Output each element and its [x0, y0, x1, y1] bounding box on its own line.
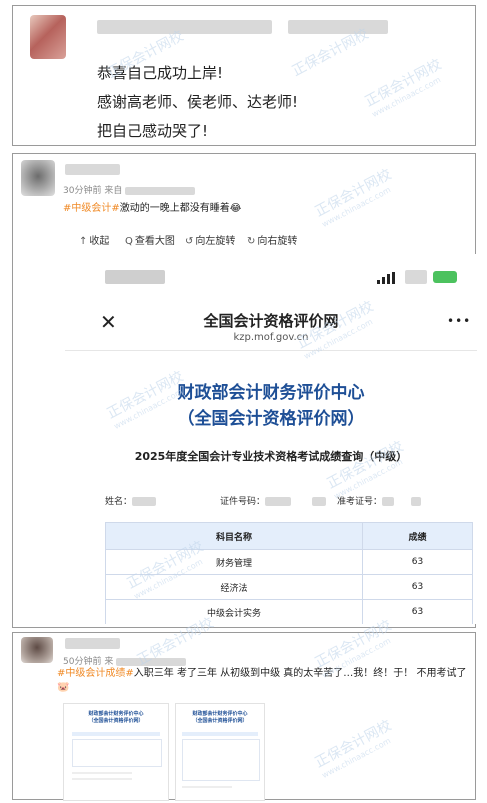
subject-cell: 财务管理: [105, 549, 363, 575]
table-row: 财务管理 63: [105, 549, 474, 575]
column-header: 科目名称: [105, 522, 363, 550]
watermark: 正保会计网校 www.chinaacc.com: [312, 166, 395, 230]
username-blurred[interactable]: [65, 164, 120, 175]
post-1-line-2: 感谢高老师、侯老师、达老师!: [97, 93, 299, 111]
status-blurred: [405, 270, 427, 284]
score-cell: 63: [361, 574, 474, 600]
post-text: #中级会计#激动的一晚上都没有睡着😂: [63, 203, 242, 214]
image-thumbnail-2[interactable]: 财政部会计财务评价中心 （全国会计资格评价网）: [175, 703, 265, 801]
table-row: 中级会计实务 63: [105, 599, 474, 624]
watermark: 正保会计网校 www.chinaacc.com: [324, 438, 407, 502]
collect-button[interactable]: ↑ 收起: [79, 232, 109, 247]
site-title: 全国会计资格评价网: [203, 312, 339, 330]
subject-cell: 经济法: [105, 574, 363, 600]
rotate-right-button[interactable]: ↻ 向右旋转: [247, 232, 297, 247]
rotate-right-icon: ↻: [247, 236, 256, 247]
hashtag-link[interactable]: #中级会计成绩#: [57, 668, 134, 679]
watermark: 正保会计网校 www.chinaacc.com: [312, 717, 395, 781]
subject-cell: 中级会计实务: [105, 599, 363, 624]
org-title: 财政部会计财务评价中心: [177, 383, 365, 403]
meta-blurred: [288, 20, 388, 34]
collapse-icon: ↑: [79, 236, 88, 247]
table-row: 经济法 63: [105, 574, 474, 600]
avatar[interactable]: [21, 637, 53, 663]
score-cell: 63: [361, 549, 474, 575]
image-toolbar: ↑ 收起 Q 查看大图 ↺ 向左旋转 ↻ 向右旋转: [79, 232, 379, 247]
status-time-blurred: [105, 270, 165, 284]
post-text: #中级会计成绩#入职三年 考了三年 从初级到中级 真的太辛苦了…我！终！于！ 不…: [57, 668, 467, 693]
query-title: 2025年度全国会计专业技术资格考试成绩查询（中级）: [134, 450, 408, 463]
post-card-1: 恭喜自己成功上岸! 感谢高老师、侯老师、达老师! 把自己感动哭了! 正保会计网校…: [12, 5, 476, 146]
ticket-field: 准考证号：: [337, 494, 421, 507]
view-large-button[interactable]: Q 查看大图: [125, 232, 175, 247]
column-header: 成绩: [361, 522, 474, 550]
username-blurred[interactable]: [65, 638, 120, 649]
org-subtitle: （全国会计资格评价网）: [177, 409, 365, 429]
emoji: 😂: [229, 203, 242, 214]
table-header-row: 科目名称 成绩: [105, 522, 474, 550]
username-blurred[interactable]: [97, 20, 272, 34]
magnifier-icon: Q: [125, 236, 133, 247]
post-time: 30分钟前 来自: [63, 183, 196, 196]
post-1-line-3: 把自己感动哭了!: [97, 122, 209, 140]
post-1-line-1: 恭喜自己成功上岸!: [97, 64, 224, 82]
hashtag-link[interactable]: #中级会计#: [63, 203, 120, 214]
embedded-screenshot[interactable]: ✕ 全国会计资格评价网 kzp.mof.gov.cn ••• 财政部会计财务评价…: [65, 254, 477, 624]
id-field: 证件号码：: [220, 494, 326, 507]
avatar[interactable]: [30, 15, 66, 59]
more-icon[interactable]: •••: [447, 314, 471, 328]
name-field: 姓名：: [105, 494, 157, 507]
watermark: 正保会计网校 www.chinaacc.com: [362, 56, 445, 120]
nav-divider: [65, 350, 477, 351]
battery-icon: [433, 271, 457, 283]
rotate-left-icon: ↺: [185, 236, 194, 247]
image-thumbnail-1[interactable]: 财政部会计财务评价中心 （全国会计资格评价网）: [63, 703, 169, 801]
score-cell: 63: [361, 599, 474, 624]
post-time: 50分钟前 来: [63, 654, 187, 667]
rotate-left-button[interactable]: ↺ 向左旋转: [185, 232, 235, 247]
avatar[interactable]: [21, 160, 55, 196]
site-url: kzp.mof.gov.cn: [233, 332, 309, 343]
post-card-3: 50分钟前 来 #中级会计成绩#入职三年 考了三年 从初级到中级 真的太辛苦了……: [12, 615, 476, 801]
post-card-2: 30分钟前 来自 #中级会计#激动的一晚上都没有睡着😂 ↑ 收起 Q 查看大图 ↺ 向…: [12, 153, 477, 628]
signal-icon: [377, 272, 397, 284]
emoji: 🐷: [57, 682, 70, 693]
score-table: 科目名称 成绩 财务管理 63 经济法 63 中级会计实务 63: [105, 522, 474, 624]
